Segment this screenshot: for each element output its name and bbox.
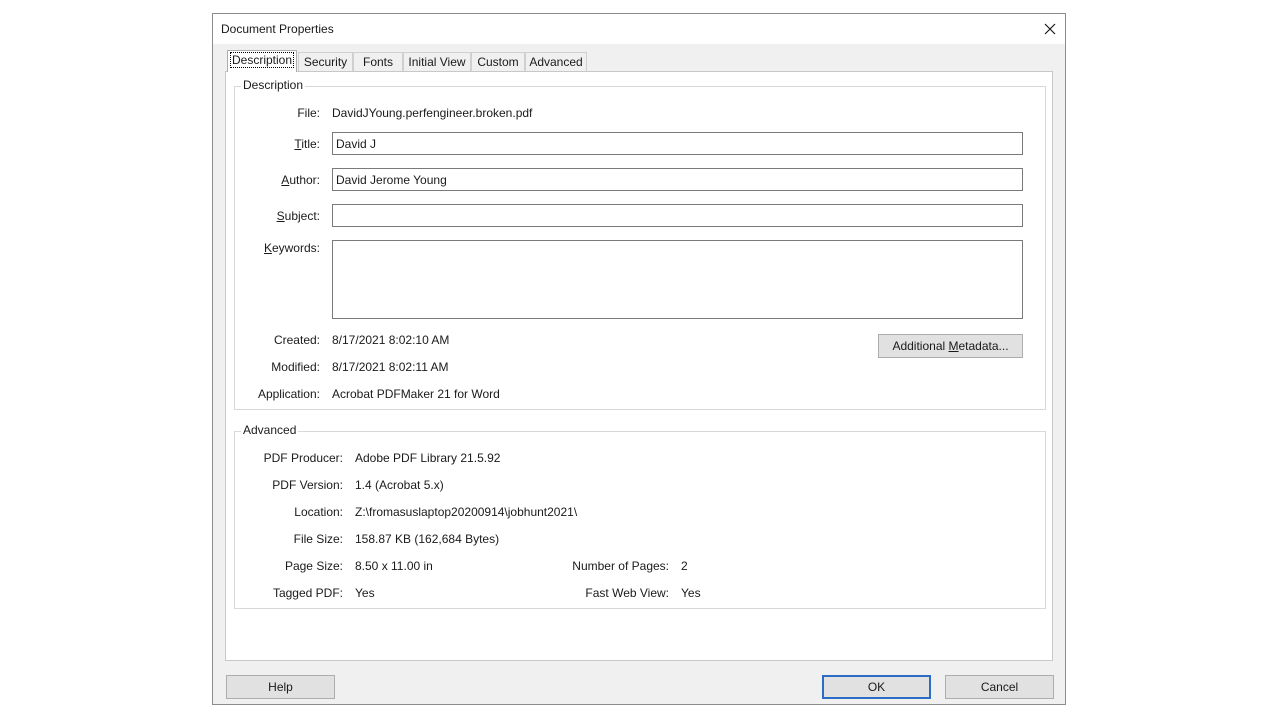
- created-value: 8/17/2021 8:02:10 AM: [332, 333, 450, 347]
- page-size-value: 8.50 x 11.00 in: [355, 559, 433, 573]
- tab-custom[interactable]: Custom: [471, 52, 525, 72]
- subject-label: Subject:: [276, 209, 320, 223]
- title-label: Title:: [294, 137, 320, 151]
- tagged-pdf-label: Tagged PDF:: [272, 586, 343, 600]
- pdf-version-value: 1.4 (Acrobat 5.x): [355, 478, 444, 492]
- subject-field[interactable]: [332, 204, 1023, 227]
- page-size-label: Page Size:: [284, 559, 343, 573]
- file-label: File:: [297, 106, 320, 120]
- fast-web-view-label: Fast Web View:: [585, 586, 669, 600]
- location-value: Z:\fromasuslaptop20200914\jobhunt2021\: [355, 505, 578, 519]
- keywords-field[interactable]: [332, 240, 1023, 319]
- file-size-value: 158.87 KB (162,684 Bytes): [355, 532, 500, 546]
- tab-panel-description: Description File: DavidJYoung.perfengine…: [225, 71, 1053, 661]
- document-properties-dialog: Document Properties Description Security…: [212, 13, 1066, 705]
- tab-fonts[interactable]: Fonts: [353, 52, 403, 72]
- pdf-producer-label: PDF Producer:: [263, 451, 343, 465]
- advanced-group: Advanced PDF Producer: Adobe PDF Library…: [234, 423, 1046, 609]
- tab-initial-view[interactable]: Initial View: [403, 52, 471, 72]
- author-label: Author:: [281, 173, 320, 187]
- additional-metadata-button[interactable]: Additional Metadata...: [878, 334, 1023, 358]
- title-field[interactable]: [332, 132, 1023, 155]
- pdf-producer-value: Adobe PDF Library 21.5.92: [355, 451, 501, 465]
- help-button[interactable]: Help: [226, 675, 335, 699]
- description-group: Description File: DavidJYoung.perfengine…: [234, 78, 1046, 410]
- description-group-label: Description: [241, 78, 306, 92]
- application-label: Application:: [257, 387, 320, 401]
- location-label: Location:: [294, 505, 343, 519]
- tab-description[interactable]: Description: [227, 50, 297, 72]
- created-label: Created:: [273, 333, 320, 347]
- cancel-button[interactable]: Cancel: [945, 675, 1054, 699]
- advanced-group-label: Advanced: [241, 423, 299, 437]
- modified-label: Modified:: [271, 360, 320, 374]
- close-button[interactable]: [1035, 14, 1065, 44]
- tagged-pdf-value: Yes: [355, 586, 375, 600]
- application-value: Acrobat PDFMaker 21 for Word: [332, 387, 500, 401]
- tab-advanced[interactable]: Advanced: [525, 52, 587, 72]
- pdf-version-label: PDF Version:: [272, 478, 343, 492]
- fast-web-view-value: Yes: [681, 586, 701, 600]
- number-of-pages-label: Number of Pages:: [572, 559, 669, 573]
- author-field[interactable]: [332, 168, 1023, 191]
- close-icon: [1044, 23, 1056, 35]
- file-value: DavidJYoung.perfengineer.broken.pdf: [332, 106, 533, 120]
- tab-security[interactable]: Security: [298, 52, 353, 72]
- file-size-label: File Size:: [293, 532, 343, 546]
- number-of-pages-value: 2: [681, 559, 688, 573]
- keywords-label: Keywords:: [263, 241, 320, 255]
- dialog-title: Document Properties: [221, 22, 334, 36]
- ok-button[interactable]: OK: [822, 675, 931, 699]
- modified-value: 8/17/2021 8:02:11 AM: [332, 360, 449, 374]
- title-bar: Document Properties: [213, 14, 1065, 44]
